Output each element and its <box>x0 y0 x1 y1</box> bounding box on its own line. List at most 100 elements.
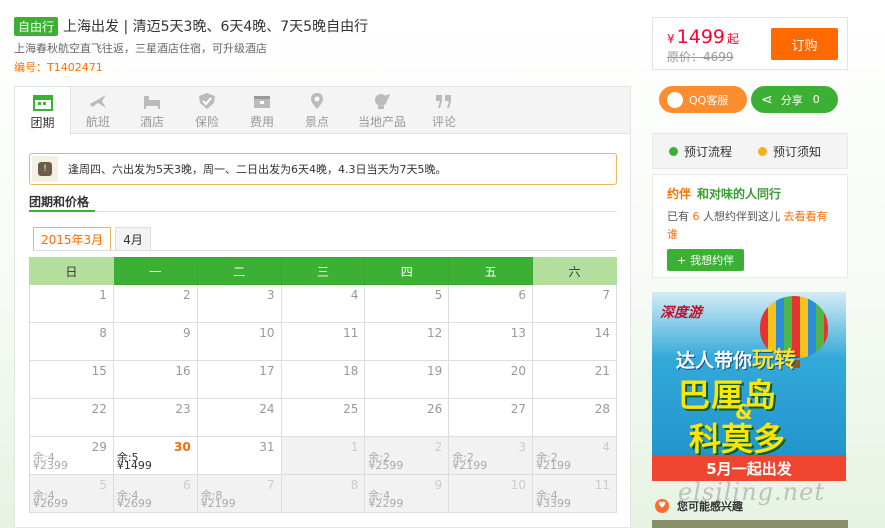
calendar-day: 26 <box>364 398 450 437</box>
tab-quote[interactable]: 评论 <box>419 87 469 134</box>
detail-tabs: 团期 航班 酒店 保险 费用 景点 当地产品 评论 <box>15 87 630 135</box>
calendar-day: 8 <box>29 322 114 361</box>
calendar-day[interactable]: 5 余:4 ¥2699 <box>29 474 114 513</box>
promo-banner[interactable]: 深度游 达人带你玩转 巴厘岛 & 科莫多 5月一起出发 <box>652 292 846 481</box>
calendar-day: 5 <box>364 284 450 323</box>
calendar-day[interactable]: 9 余:4 ¥2299 <box>364 474 450 513</box>
weekday-header: 日 <box>29 257 114 285</box>
main-panel: 团期 航班 酒店 保险 费用 景点 当地产品 评论 ! 逢周四、六出发为5天3晚，周一、二日出… <box>14 86 631 528</box>
day-number: 18 <box>343 364 359 378</box>
day-number: 30 <box>173 440 191 454</box>
day-number: 20 <box>510 364 527 378</box>
day-number: 6 <box>183 478 191 492</box>
calendar-day[interactable]: 2 余:2 ¥2599 <box>364 436 450 475</box>
qq-icon <box>667 91 683 108</box>
day-price: ¥2699 <box>33 497 68 510</box>
calendar-day: 14 <box>532 322 617 361</box>
want-companion-button[interactable]: + 我想约伴 <box>667 249 744 271</box>
booking-notice-link[interactable]: 预订须知 <box>758 143 821 160</box>
day-number: 16 <box>175 364 191 378</box>
calendar-day: 6 <box>448 284 534 323</box>
heart-icon: ♥ <box>655 499 669 513</box>
calendar-day: 1 <box>280 436 366 475</box>
calendar-day[interactable]: 4 余:2 ¥2199 <box>532 436 617 475</box>
tab-label: 费用 <box>249 115 274 129</box>
tab-label: 评论 <box>431 115 456 129</box>
interest-thumbnail[interactable] <box>652 520 848 528</box>
product-subtitle: 上海春秋航空直飞往返，三星酒店住宿，可升级酒店 <box>14 42 267 55</box>
day-number: 13 <box>510 326 527 340</box>
day-number: 28 <box>594 402 610 416</box>
calendar-day: 15 <box>29 360 114 399</box>
calendar-day[interactable]: 3 余:2 ¥2199 <box>448 436 534 475</box>
notice-icon <box>758 146 768 156</box>
notice-text: 逢周四、六出发为5天3晚，周一、二日出发为6天4晚，4.3日当天为7天5晚。 <box>68 163 447 176</box>
calendar-day: 1 <box>29 284 114 323</box>
companion-count: 6 <box>692 210 700 223</box>
calendar-day: 11 <box>280 322 366 361</box>
calendar-day[interactable]: 11 余:4 ¥3399 <box>532 474 617 513</box>
banner-destination-2: 科莫多 <box>689 420 786 458</box>
tab-calendar[interactable]: 团期 <box>15 87 71 135</box>
companion-title: 和对味的人同行 <box>697 187 782 201</box>
day-number: 7 <box>602 288 610 302</box>
quote-icon <box>433 91 455 111</box>
watermark: elsiling.net <box>678 478 825 506</box>
day-number: 31 <box>259 440 275 454</box>
tab-plane[interactable]: 航班 <box>71 87 125 134</box>
calendar-day: 10 <box>448 474 534 513</box>
yueban-logo: 约伴 <box>667 187 692 201</box>
calendar-day: 25 <box>280 398 366 437</box>
price-box: ¥1499 起 原价：4699 订购 <box>652 17 848 70</box>
calendar-day[interactable]: 7 余:8 ¥2199 <box>196 474 282 513</box>
calendar-day: 3 <box>196 284 282 323</box>
flow-icon <box>669 146 678 156</box>
month-tabs: 2015年3月 4月 <box>33 227 155 251</box>
calendar-day: 19 <box>364 360 450 399</box>
day-number: 11 <box>594 478 610 492</box>
calendar-day: 8 <box>280 474 366 513</box>
day-number: 22 <box>91 402 107 416</box>
bed-icon <box>141 91 163 111</box>
share-button[interactable]: ⋖ 分享 0 <box>751 86 838 113</box>
buy-button[interactable]: 订购 <box>771 28 838 60</box>
day-number: 25 <box>343 402 359 416</box>
day-number: 11 <box>343 326 359 340</box>
day-price: ¥2599 <box>368 459 404 472</box>
tab-wallet[interactable]: 费用 <box>235 87 289 134</box>
product-title: 上海出发 | 清迈5天3晚、6天4晚、7天5晚自由行 <box>63 19 369 35</box>
tab-bed[interactable]: 酒店 <box>125 87 179 134</box>
price-calendar: 日一二三四五六 1 2 3 4 5 6 7 8 9 10 11 12 13 14 15 16 17 18 19 20 2… <box>29 257 617 513</box>
tab-gift[interactable]: 当地产品 <box>345 87 419 134</box>
tab-label: 保险 <box>194 115 219 129</box>
weekday-header: 一 <box>112 257 198 285</box>
calendar-day: 2 <box>112 284 198 323</box>
calendar-icon <box>32 92 54 112</box>
day-number: 2 <box>434 440 443 454</box>
tab-pin[interactable]: 景点 <box>289 87 345 134</box>
calendar-day: 31 <box>196 436 282 475</box>
day-number: 3 <box>266 288 275 302</box>
calendar-day[interactable]: 30 余:5 ¥1499 <box>112 436 198 475</box>
month-tab[interactable]: 2015年3月 <box>33 227 112 251</box>
weekday-header: 四 <box>364 257 450 285</box>
calendar-day: 13 <box>448 322 534 361</box>
companion-panel: 约伴 和对味的人同行 已有 6 人想约伴到这儿 去看看有谁 + 我想约伴 <box>652 174 848 278</box>
month-tab[interactable]: 4月 <box>115 227 151 251</box>
tab-label: 航班 <box>85 115 110 129</box>
tab-shield[interactable]: 保险 <box>179 87 235 134</box>
weekday-header: 二 <box>196 257 282 285</box>
booking-flow-link[interactable]: 预订流程 <box>669 143 732 160</box>
day-number: 4 <box>350 288 359 302</box>
day-number: 19 <box>426 364 443 378</box>
calendar-day[interactable]: 6 余:4 ¥2699 <box>112 474 198 513</box>
calendar-day: 28 <box>532 398 617 437</box>
qq-service-button[interactable]: QQ客服 <box>659 86 747 113</box>
day-number: 9 <box>183 326 191 340</box>
day-number: 2 <box>183 288 191 302</box>
tab-label: 景点 <box>304 115 329 129</box>
day-price: ¥2699 <box>116 497 152 510</box>
calendar-day[interactable]: 29 余:4 ¥2399 <box>29 436 114 475</box>
banner-destination-1: 巴厘岛 <box>678 376 778 414</box>
day-number: 10 <box>510 478 527 492</box>
